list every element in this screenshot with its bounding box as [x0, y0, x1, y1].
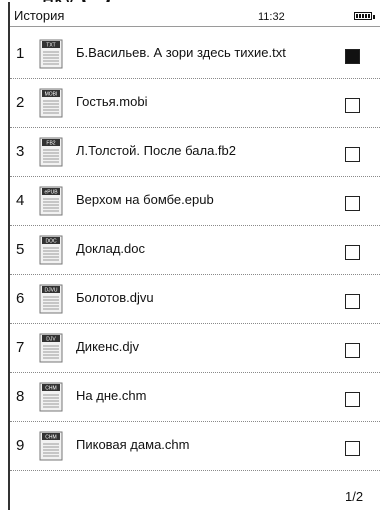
item-number: 4	[16, 192, 25, 209]
reader-screen: История 11:32 1 TXT Б.Васильев. А зори зде…	[8, 2, 380, 510]
chm-file-icon: CHM	[39, 431, 63, 461]
format-tag: CHM	[45, 386, 56, 392]
file-name[interactable]: Доклад.doc	[76, 241, 145, 256]
item-number: 9	[16, 437, 25, 454]
page-indicator: 1/2	[345, 489, 364, 504]
item-number: 3	[16, 143, 25, 160]
list-item[interactable]: 7 DJV Дикенс.djv	[10, 324, 380, 373]
format-tag: DOC	[45, 239, 57, 245]
list-item[interactable]: 9 CHM Пиковая дама.chm	[10, 422, 380, 471]
format-tag: TXT	[46, 43, 55, 49]
item-checkbox[interactable]	[345, 49, 360, 64]
format-tag: FB2	[46, 141, 55, 147]
file-name[interactable]: На дне.chm	[76, 388, 146, 403]
chm-file-icon: CHM	[39, 382, 63, 412]
item-checkbox[interactable]	[345, 196, 360, 211]
battery-icon	[354, 12, 372, 20]
item-checkbox[interactable]	[345, 441, 360, 456]
file-name[interactable]: Дикенс.djv	[76, 339, 139, 354]
djv-file-icon: DJV	[39, 333, 63, 363]
format-tag: MOBI	[45, 92, 58, 98]
format-tag: CHM	[45, 435, 56, 441]
doc-file-icon: DOC	[39, 235, 63, 265]
page-title: История	[14, 8, 65, 23]
clock: 11:32	[258, 11, 285, 23]
list-item[interactable]: 2 MOBI Гостья.mobi	[10, 79, 380, 128]
item-checkbox[interactable]	[345, 98, 360, 113]
item-checkbox[interactable]	[345, 294, 360, 309]
format-tag: ePUB	[44, 190, 58, 196]
file-name[interactable]: Гостья.mobi	[76, 94, 147, 109]
djvu-file-icon: DJVU	[39, 284, 63, 314]
item-checkbox[interactable]	[345, 392, 360, 407]
list-item[interactable]: 8 CHM На дне.chm	[10, 373, 380, 422]
item-number: 1	[16, 45, 25, 62]
list-item[interactable]: 5 DOC Доклад.doc	[10, 226, 380, 275]
item-number: 2	[16, 94, 25, 111]
format-tag: DJVU	[44, 288, 57, 294]
status-bar: История 11:32	[10, 8, 380, 27]
list-item[interactable]: 3 FB2 Л.Толстой. После бала.fb2	[10, 128, 380, 177]
epub-file-icon: ePUB	[39, 186, 63, 216]
item-checkbox[interactable]	[345, 245, 360, 260]
battery-tip	[373, 15, 375, 19]
file-name[interactable]: Болотов.djvu	[76, 290, 154, 305]
mobi-file-icon: MOBI	[39, 88, 63, 118]
list-item[interactable]: 6 DJVU Болотов.djvu	[10, 275, 380, 324]
item-number: 8	[16, 388, 25, 405]
file-name[interactable]: Л.Толстой. После бала.fb2	[76, 143, 236, 158]
item-checkbox[interactable]	[345, 343, 360, 358]
format-tag: DJV	[46, 337, 56, 343]
history-list: 1 TXT Б.Васильев. А зори здесь тихие.txt 2 M…	[10, 30, 380, 471]
list-item[interactable]: 4 ePUB Верхом на бомбе.epub	[10, 177, 380, 226]
item-number: 5	[16, 241, 25, 258]
item-number: 6	[16, 290, 25, 307]
file-name[interactable]: Верхом на бомбе.epub	[76, 192, 214, 207]
list-item[interactable]: 1 TXT Б.Васильев. А зори здесь тихие.txt	[10, 30, 380, 79]
item-checkbox[interactable]	[345, 147, 360, 162]
item-number: 7	[16, 339, 25, 356]
file-name[interactable]: Пиковая дама.chm	[76, 437, 189, 452]
file-name[interactable]: Б.Васильев. А зори здесь тихие.txt	[76, 45, 286, 60]
fb2-file-icon: FB2	[39, 137, 63, 167]
txt-file-icon: TXT	[39, 39, 63, 69]
